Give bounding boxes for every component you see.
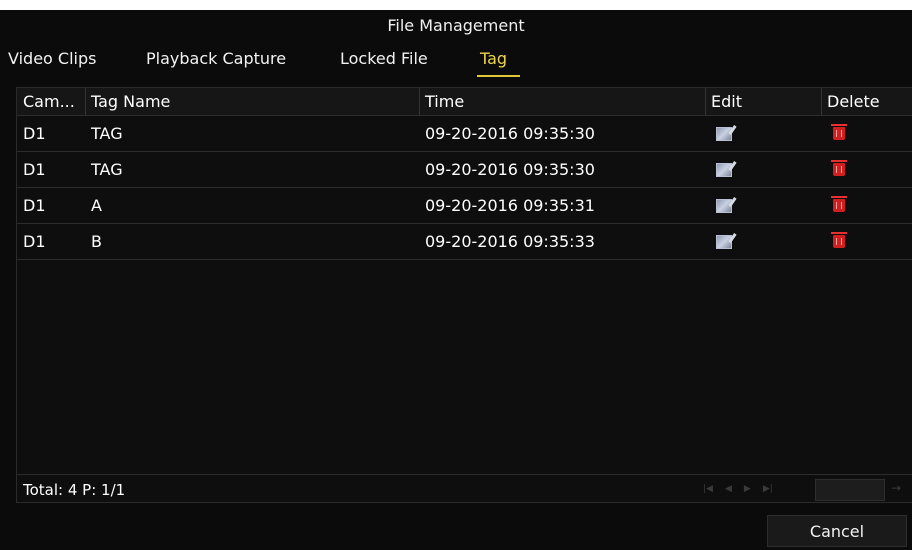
column-header-edit: Edit bbox=[711, 92, 742, 111]
pagination-controls: |◀ ◀ ▶ ▶| bbox=[703, 484, 773, 494]
column-header-delete: Delete bbox=[827, 92, 880, 111]
cell-camera: D1 bbox=[23, 196, 46, 215]
edit-button[interactable] bbox=[716, 116, 736, 151]
prev-page-icon[interactable]: ◀ bbox=[725, 484, 732, 494]
last-page-icon[interactable]: ▶| bbox=[763, 484, 773, 494]
tag-list-panel: Cam... Tag Name Time Edit Delete D1 TAG … bbox=[16, 87, 912, 503]
cell-tag-name: A bbox=[91, 196, 102, 215]
delete-button[interactable] bbox=[831, 224, 853, 259]
column-header-time[interactable]: Time bbox=[425, 88, 705, 115]
cell-camera: D1 bbox=[23, 160, 46, 179]
delete-button[interactable] bbox=[831, 152, 853, 187]
go-arrow-icon[interactable]: → bbox=[891, 481, 901, 495]
edit-icon bbox=[716, 162, 732, 177]
cell-time: 09-20-2016 09:35:30 bbox=[425, 160, 595, 179]
cell-tag-name: TAG bbox=[91, 124, 123, 143]
table-footer: Total: 4 P: 1/1 |◀ ◀ ▶ ▶| → bbox=[17, 474, 912, 504]
trash-icon bbox=[831, 196, 847, 212]
cell-camera: D1 bbox=[23, 124, 46, 143]
edit-button[interactable] bbox=[716, 152, 736, 187]
column-header-camera[interactable]: Cam... bbox=[23, 88, 87, 115]
table-row[interactable]: D1 TAG 09-20-2016 09:35:30 bbox=[17, 116, 912, 152]
cell-camera: D1 bbox=[23, 232, 46, 251]
table-row[interactable]: D1 A 09-20-2016 09:35:31 bbox=[17, 188, 912, 224]
cell-time: 09-20-2016 09:35:31 bbox=[425, 196, 595, 215]
column-header-tag-name[interactable]: Tag Name bbox=[91, 88, 411, 115]
tab-video-clips[interactable]: Video Clips bbox=[8, 49, 96, 68]
edit-button[interactable] bbox=[716, 224, 736, 259]
column-separator bbox=[821, 88, 822, 115]
edit-icon bbox=[716, 234, 732, 249]
active-tab-indicator bbox=[477, 75, 520, 77]
trash-icon bbox=[831, 124, 847, 140]
tab-bar: Video Clips Playback Capture Locked File… bbox=[0, 41, 912, 85]
column-separator bbox=[705, 88, 706, 115]
table-row[interactable]: D1 TAG 09-20-2016 09:35:30 bbox=[17, 152, 912, 188]
tab-playback-capture[interactable]: Playback Capture bbox=[146, 49, 286, 68]
cell-time: 09-20-2016 09:35:30 bbox=[425, 124, 595, 143]
delete-button[interactable] bbox=[831, 188, 853, 223]
tab-locked-file[interactable]: Locked File bbox=[340, 49, 428, 68]
total-pages-summary: Total: 4 P: 1/1 bbox=[23, 480, 126, 499]
page-number-input[interactable] bbox=[815, 479, 885, 501]
cell-tag-name: TAG bbox=[91, 160, 123, 179]
tab-tag[interactable]: Tag bbox=[480, 49, 507, 68]
next-page-icon[interactable]: ▶ bbox=[744, 484, 751, 494]
cell-tag-name: B bbox=[91, 232, 102, 251]
trash-icon bbox=[831, 160, 847, 176]
file-management-window: File Management Video Clips Playback Cap… bbox=[0, 10, 912, 550]
trash-icon bbox=[831, 232, 847, 248]
table-header: Cam... Tag Name Time Edit Delete bbox=[17, 88, 912, 116]
edit-button[interactable] bbox=[716, 188, 736, 223]
cancel-button[interactable]: Cancel bbox=[767, 515, 907, 547]
table-row[interactable]: D1 B 09-20-2016 09:35:33 bbox=[17, 224, 912, 260]
edit-icon bbox=[716, 198, 732, 213]
window-title: File Management bbox=[387, 16, 525, 35]
column-separator bbox=[419, 88, 420, 115]
cell-time: 09-20-2016 09:35:33 bbox=[425, 232, 595, 251]
first-page-icon[interactable]: |◀ bbox=[703, 484, 713, 494]
edit-icon bbox=[716, 126, 732, 141]
delete-button[interactable] bbox=[831, 116, 853, 151]
column-separator bbox=[85, 88, 86, 115]
